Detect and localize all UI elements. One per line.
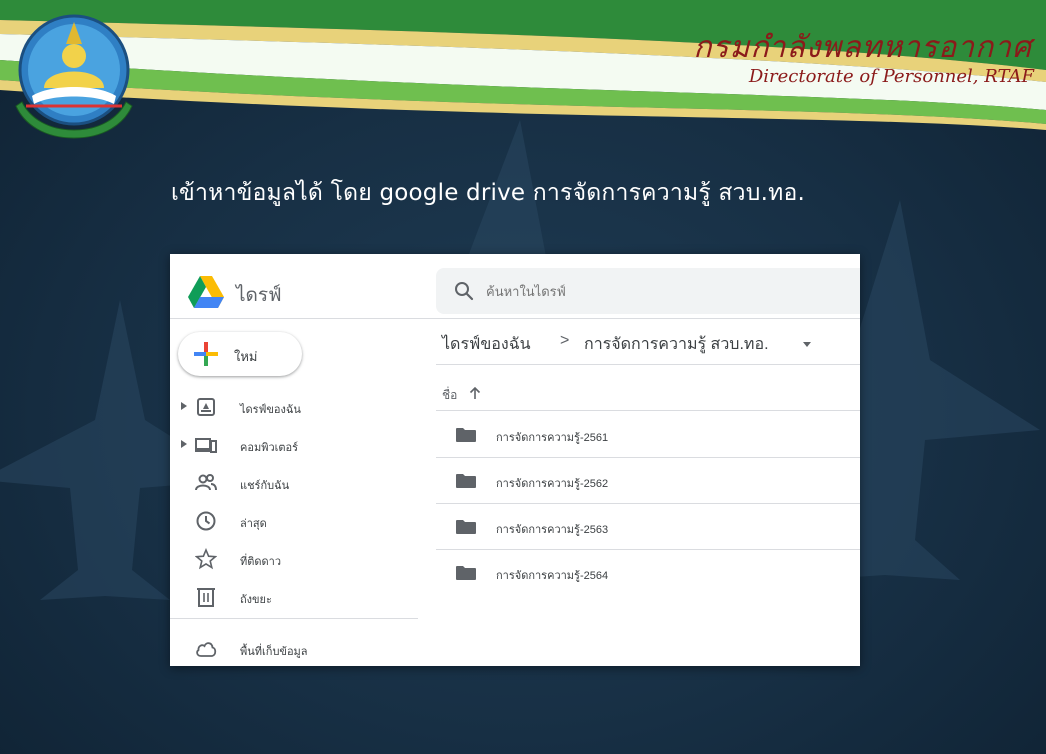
sidebar-item-label: แชร์กับฉัน xyxy=(240,480,290,492)
search-icon[interactable] xyxy=(454,281,474,301)
breadcrumb-current-folder[interactable]: การจัดการความรู้ สวบ.ทอ. xyxy=(584,332,769,357)
clock-icon xyxy=(196,511,216,531)
sidebar-item-starred[interactable]: ที่ติดดาว xyxy=(170,544,410,574)
drive-screenshot: ไดรฟ์ ใหม่ ไดรฟ์ของฉัน xyxy=(170,254,860,666)
sidebar-item-label: ถังขยะ xyxy=(240,594,272,606)
sidebar-item-computers[interactable]: คอมพิวเตอร์ xyxy=(170,430,410,460)
org-name-english: Directorate of Personnel, RTAF xyxy=(748,66,1034,87)
sidebar-item-label: ล่าสุด xyxy=(240,518,267,530)
new-button[interactable]: ใหม่ xyxy=(178,332,302,376)
file-row[interactable]: การจัดการความรู้-2564 xyxy=(436,550,860,596)
folder-icon xyxy=(456,428,476,442)
sidebar-item-storage[interactable]: พื้นที่เก็บข้อมูล xyxy=(170,634,410,664)
file-name: การจัดการความรู้-2561 xyxy=(496,432,609,444)
my-drive-icon xyxy=(197,398,215,416)
file-row[interactable]: การจัดการความรู้-2562 xyxy=(436,458,860,504)
sidebar-item-label: พื้นที่เก็บข้อมูล xyxy=(240,646,308,658)
header-divider xyxy=(170,318,860,319)
slide-headline: เข้าหาข้อมูลได้ โดย google drive การจัดก… xyxy=(171,180,805,206)
trash-icon xyxy=(197,588,215,607)
sidebar-item-recent[interactable]: ล่าสุด xyxy=(170,506,410,536)
sidebar-item-label: คอมพิวเตอร์ xyxy=(240,442,299,454)
cloud-icon xyxy=(196,642,217,657)
file-row[interactable]: การจัดการความรู้-2563 xyxy=(436,504,860,550)
computers-icon xyxy=(195,438,217,453)
folder-icon xyxy=(456,566,476,580)
sort-arrow-up-icon[interactable] xyxy=(468,386,482,400)
sidebar-item-label: ที่ติดดาว xyxy=(240,556,282,568)
file-name: การจัดการความรู้-2562 xyxy=(496,478,609,490)
search-bar[interactable] xyxy=(436,268,860,314)
breadcrumb-my-drive[interactable]: ไดรฟ์ของฉัน xyxy=(442,332,531,357)
sidebar-divider xyxy=(170,618,418,619)
expand-arrow-icon[interactable] xyxy=(180,401,188,411)
drive-app-name: ไดรฟ์ xyxy=(236,285,282,306)
sidebar-item-my-drive[interactable]: ไดรฟ์ของฉัน xyxy=(170,392,410,422)
caret-down-icon[interactable] xyxy=(802,340,812,348)
drive-logo-icon xyxy=(188,276,224,308)
sidebar-item-shared-with-me[interactable]: แชร์กับฉัน xyxy=(170,468,410,498)
rtaf-emblem-logo xyxy=(15,14,133,139)
sidebar-item-label: ไดรฟ์ของฉัน xyxy=(240,404,301,416)
folder-icon xyxy=(456,520,476,534)
search-input[interactable] xyxy=(486,280,786,302)
file-row[interactable]: การจัดการความรู้-2561 xyxy=(436,412,860,458)
new-button-label: ใหม่ xyxy=(234,349,258,364)
shared-with-me-icon xyxy=(195,474,217,491)
file-name: การจัดการความรู้-2563 xyxy=(496,524,609,536)
file-name: การจัดการความรู้-2564 xyxy=(496,570,609,582)
plus-icon xyxy=(194,342,218,366)
column-header-divider xyxy=(436,410,860,411)
breadcrumb-divider xyxy=(436,364,860,365)
sidebar-item-trash[interactable]: ถังขยะ xyxy=(170,582,410,612)
star-icon xyxy=(195,548,217,570)
org-name-thai: กรมกำลังพลทหารอากาศ xyxy=(693,30,1032,65)
folder-icon xyxy=(456,474,476,488)
expand-arrow-icon[interactable] xyxy=(180,439,188,449)
breadcrumb-separator: > xyxy=(560,332,570,349)
column-header-name[interactable]: ชื่อ xyxy=(442,386,457,405)
